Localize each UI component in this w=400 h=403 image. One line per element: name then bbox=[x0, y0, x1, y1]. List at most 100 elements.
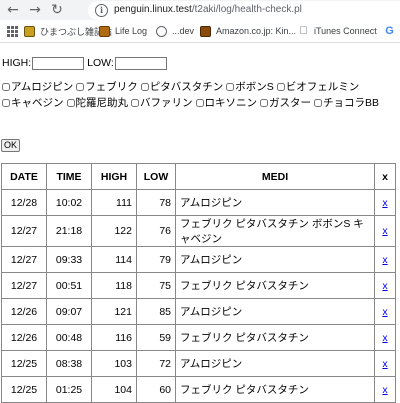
bookmark-amazon[interactable]: Amazon.co.jp: Kin... bbox=[200, 24, 296, 38]
cell-medi: フェブリク ピタバスタチン ボボンS キャベジン bbox=[175, 215, 375, 247]
medication-option[interactable]: チョコラBB bbox=[314, 96, 379, 112]
header-x: x bbox=[374, 163, 396, 190]
medication-checkbox[interactable] bbox=[260, 98, 268, 107]
cell-high: 121 bbox=[91, 298, 137, 325]
medication-checkbox[interactable] bbox=[140, 83, 149, 91]
medication-option[interactable]: 陀羅尼助丸 bbox=[66, 96, 129, 112]
delete-link[interactable]: x bbox=[382, 306, 387, 318]
table-body: 12/28 10:02 111 78 アムロジピン x 12/27 21:18 122 76 フェブ… bbox=[1, 189, 396, 403]
cell-low: 72 bbox=[136, 350, 176, 377]
cell-x: x bbox=[374, 272, 396, 299]
delete-link[interactable]: x bbox=[382, 358, 387, 370]
medication-checkbox[interactable] bbox=[66, 98, 75, 107]
cell-x: x bbox=[374, 298, 396, 325]
medication-checkbox[interactable] bbox=[195, 98, 204, 107]
bookmark-life-log[interactable]: Life Log bbox=[99, 24, 147, 38]
bookmark-label: Amazon.co.jp: Kin... bbox=[216, 26, 297, 36]
medication-checkbox[interactable] bbox=[276, 83, 285, 91]
lifelog-favicon-icon bbox=[99, 25, 110, 37]
cell-high: 114 bbox=[91, 246, 137, 273]
delete-link[interactable]: x bbox=[382, 280, 387, 292]
medication-label: ピタバスタチン bbox=[149, 81, 224, 93]
bookmark-google[interactable]: G bbox=[384, 24, 400, 38]
medication-label: ガスター bbox=[269, 96, 311, 109]
cell-date: 12/27 bbox=[1, 246, 47, 273]
bookmark-label: Life Log bbox=[115, 26, 148, 36]
cell-low: 60 bbox=[136, 376, 176, 403]
table-row: 12/27 21:18 122 76 フェブリク ピタバスタチン ボボンS キャベジン x bbox=[1, 215, 396, 247]
medication-label: ビオフェルミン bbox=[285, 81, 360, 93]
reload-icon[interactable]: ↻ bbox=[48, 1, 66, 19]
url-path: /t2aki/log/health-check.pl bbox=[191, 4, 302, 15]
url-text[interactable]: penguin.linux.test/t2aki/log/health-chec… bbox=[114, 3, 302, 17]
delete-link[interactable]: x bbox=[382, 197, 387, 209]
medication-checkbox-list: アムロジピン フェブリク ピタバスタチン ボボンS ビオフェルミンキャベジン 陀羅尼助丸バ… bbox=[2, 80, 398, 111]
medication-label: アムロジピン bbox=[11, 81, 74, 93]
bookmarks-bar: ひまつぶし雑記帖 Life Log ...dev Amazon.co.jp: K… bbox=[0, 20, 400, 43]
cell-high: 118 bbox=[91, 272, 137, 299]
ok-button[interactable]: OK bbox=[1, 139, 20, 152]
header-time: TIME bbox=[46, 163, 92, 190]
header-date: DATE bbox=[1, 163, 47, 190]
cell-date: 12/27 bbox=[1, 272, 47, 299]
medication-option[interactable]: アムロジピン bbox=[2, 80, 73, 96]
cell-time: 01:25 bbox=[46, 376, 92, 403]
delete-link[interactable]: x bbox=[382, 254, 387, 266]
cell-date: 12/26 bbox=[1, 324, 47, 351]
delete-link[interactable]: x bbox=[382, 332, 387, 344]
delete-link[interactable]: x bbox=[382, 384, 387, 396]
apps-button[interactable] bbox=[7, 24, 18, 38]
medication-option[interactable]: ロキソニン bbox=[195, 96, 257, 112]
low-input[interactable] bbox=[114, 56, 167, 70]
medication-option[interactable]: ビオフェルミン bbox=[276, 80, 360, 96]
medication-label: 陀羅尼助丸 bbox=[75, 96, 129, 109]
back-arrow-icon[interactable]: ← bbox=[4, 1, 22, 19]
cell-high: 122 bbox=[91, 215, 137, 247]
medication-label: フェブリク bbox=[85, 81, 138, 93]
cell-time: 10:02 bbox=[46, 189, 92, 216]
header-low: LOW bbox=[136, 163, 176, 190]
bookmark-dev[interactable]: ...dev bbox=[156, 24, 194, 38]
cell-x: x bbox=[374, 189, 396, 216]
medication-label: バファリン bbox=[140, 96, 193, 109]
cell-medi: フェブリク ピタバスタチン bbox=[175, 376, 375, 403]
medication-checkbox[interactable] bbox=[314, 98, 322, 107]
cell-time: 09:33 bbox=[46, 246, 92, 273]
medication-checkbox[interactable] bbox=[226, 83, 235, 91]
url-domain: penguin.linux.test bbox=[114, 4, 192, 15]
medication-label: チョコラBB bbox=[323, 96, 380, 109]
forward-arrow-icon[interactable]: → bbox=[26, 1, 44, 19]
cell-medi: アムロジピン bbox=[175, 246, 375, 273]
medication-option[interactable]: ピタバスタチン bbox=[140, 80, 224, 96]
cell-time: 08:38 bbox=[46, 350, 92, 377]
cell-date: 12/25 bbox=[1, 350, 47, 377]
cell-medi: フェブリク ピタバスタチン bbox=[175, 324, 375, 351]
cell-low: 75 bbox=[136, 272, 176, 299]
medication-checkbox[interactable] bbox=[76, 83, 85, 91]
medication-option[interactable]: キャベジン bbox=[2, 96, 64, 112]
delete-link[interactable]: x bbox=[382, 225, 387, 237]
address-bar[interactable]: i penguin.linux.test/t2aki/log/health-ch… bbox=[88, 1, 400, 20]
cell-low: 78 bbox=[136, 189, 176, 216]
medication-checkbox[interactable] bbox=[2, 98, 10, 107]
medication-option[interactable]: ボボンS bbox=[226, 80, 274, 96]
medication-label: ボボンS bbox=[235, 81, 274, 93]
amazon-favicon-icon bbox=[200, 25, 211, 37]
table-row: 12/26 00:48 116 59 フェブリク ピタバスタチン x bbox=[1, 324, 396, 351]
cell-medi: フェブリク ピタバスタチン bbox=[175, 272, 375, 299]
medication-checkbox[interactable] bbox=[131, 98, 139, 107]
bookmark-itunes-connect[interactable]:  iTunes Connect bbox=[298, 24, 376, 38]
pressure-inputs-row: HIGH: LOW: bbox=[2, 56, 170, 70]
cell-x: x bbox=[374, 324, 396, 351]
table-header-row: DATE TIME HIGH LOW MEDI x bbox=[1, 163, 396, 190]
low-label: LOW: bbox=[87, 57, 114, 69]
high-input[interactable] bbox=[32, 56, 85, 70]
medication-option[interactable]: フェブリク bbox=[76, 80, 138, 96]
medication-option[interactable]: バファリン bbox=[131, 96, 193, 112]
medication-option[interactable]: ガスター bbox=[260, 96, 311, 112]
cell-medi: アムロジピン bbox=[175, 298, 375, 325]
cell-date: 12/27 bbox=[1, 215, 47, 247]
cell-high: 111 bbox=[91, 189, 137, 216]
medication-checkbox[interactable] bbox=[2, 83, 10, 91]
site-info-icon[interactable]: i bbox=[95, 4, 108, 17]
